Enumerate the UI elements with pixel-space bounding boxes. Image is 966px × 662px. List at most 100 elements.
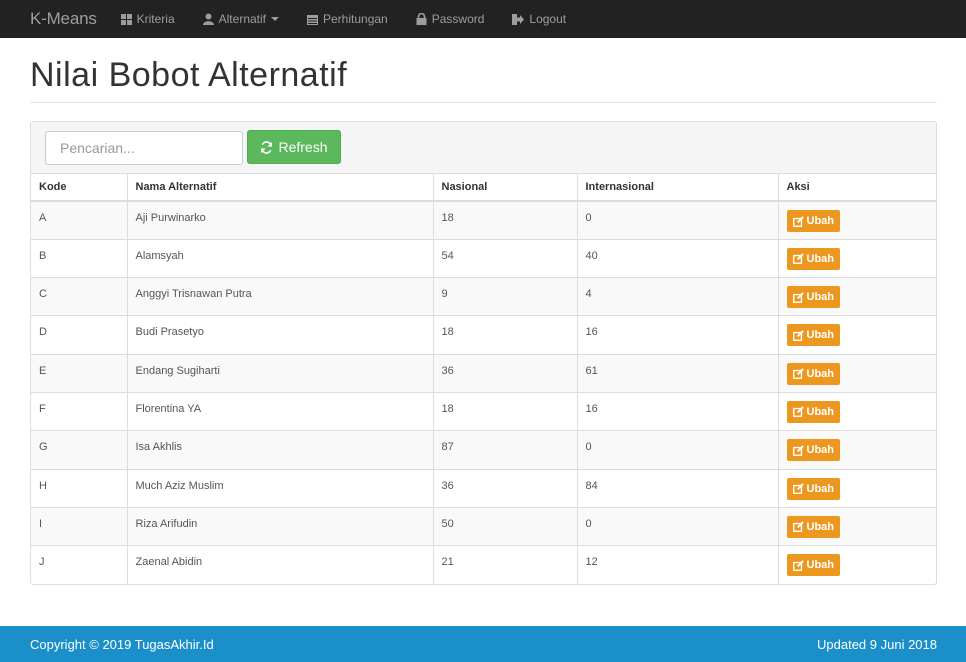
table-row: B Alamsyah 54 40 Ubah	[31, 238, 936, 278]
refresh-button[interactable]: Refresh	[247, 130, 341, 164]
column-header-nama: Nama Alternatif	[127, 174, 434, 202]
table-row: A Aji Purwinarko 18 0 Ubah	[31, 200, 936, 240]
edit-button[interactable]: Ubah	[786, 362, 840, 385]
table-row: G Isa Akhlis 87 0 Ubah	[31, 430, 936, 470]
search-input[interactable]	[45, 131, 243, 165]
nav-item-alternatif[interactable]: Alternatif	[202, 12, 279, 26]
cell-nama: Much Aziz Muslim	[127, 468, 434, 508]
table-row: I Riza Arifudin 50 0 Ubah	[31, 506, 936, 546]
edit-button[interactable]: Ubah	[786, 210, 840, 232]
cell-kode: H	[31, 468, 128, 508]
nav-item-logout[interactable]: Logout	[512, 12, 566, 26]
edit-icon	[792, 445, 804, 456]
navbar: K-Means Kriteria Alternatif Perhitungan …	[0, 0, 966, 38]
column-header-aksi: Aksi	[778, 174, 936, 202]
caret-down-icon	[271, 17, 279, 21]
edit-label: Ubah	[806, 482, 835, 495]
cell-internasional: 0	[577, 430, 779, 470]
cell-nama: Isa Akhlis	[127, 430, 434, 470]
cell-nama: Endang Sugiharti	[127, 353, 434, 393]
edit-button[interactable]: Ubah	[786, 324, 840, 347]
cell-aksi: Ubah	[778, 391, 936, 431]
panel-toolbar: Refresh	[31, 122, 936, 174]
table-header-row: Kode Nama Alternatif Nasional Internasio…	[31, 174, 936, 202]
column-header-nasional: Nasional	[433, 174, 578, 202]
edit-icon	[792, 483, 804, 495]
edit-icon	[792, 215, 804, 227]
table-row: C Anggyi Trisnawan Putra 9 4 Ubah	[31, 277, 936, 316]
cell-nama: Aji Purwinarko	[127, 200, 434, 240]
edit-label: Ubah	[806, 559, 835, 572]
edit-label: Ubah	[806, 405, 835, 418]
cell-kode: E	[31, 353, 128, 393]
lock-icon	[416, 13, 427, 25]
nav-item-label: Kriteria	[136, 12, 175, 26]
table-row: E Endang Sugiharti 36 61 Ubah	[31, 353, 936, 393]
edit-label: Ubah	[806, 291, 835, 304]
cell-nasional: 36	[433, 353, 578, 393]
table-row: F Florentina YA 18 16 Ubah	[31, 391, 936, 431]
edit-button[interactable]: Ubah	[786, 286, 840, 309]
cell-internasional: 12	[577, 545, 779, 584]
cell-internasional: 40	[577, 238, 779, 278]
cell-nasional: 50	[433, 506, 578, 546]
cell-nama: Alamsyah	[127, 238, 434, 278]
cell-nasional: 36	[433, 468, 578, 508]
cell-kode: B	[31, 238, 128, 278]
column-header-internasional: Internasional	[577, 174, 779, 202]
cell-nasional: 54	[433, 238, 578, 278]
refresh-label: Refresh	[278, 139, 328, 155]
edit-button[interactable]: Ubah	[786, 477, 840, 500]
cell-kode: J	[31, 545, 128, 584]
cell-kode: C	[31, 277, 128, 316]
cell-internasional: 4	[577, 277, 779, 316]
edit-button[interactable]: Ubah	[786, 400, 840, 423]
nav-item-perhitungan[interactable]: Perhitungan	[307, 12, 388, 26]
cell-aksi: Ubah	[778, 545, 936, 584]
cell-internasional: 0	[577, 200, 779, 240]
cell-aksi: Ubah	[778, 353, 936, 393]
edit-button[interactable]: Ubah	[786, 439, 840, 462]
cell-kode: D	[31, 315, 128, 355]
table-row: H Much Aziz Muslim 36 84 Ubah	[31, 468, 936, 508]
nav-item-kriteria[interactable]: Kriteria	[120, 12, 175, 26]
cell-nasional: 18	[433, 315, 578, 355]
calendar-icon	[307, 14, 318, 25]
edit-label: Ubah	[806, 329, 835, 342]
edit-label: Ubah	[806, 444, 835, 457]
edit-icon	[792, 559, 804, 571]
cell-kode: F	[31, 391, 128, 431]
footer-copyright: Copyright © 2019 TugasAkhir.Id	[30, 636, 214, 652]
nav-item-label: Logout	[529, 12, 567, 26]
title-divider	[30, 102, 937, 103]
cell-aksi: Ubah	[778, 506, 936, 546]
cell-aksi: Ubah	[778, 468, 936, 508]
nav-item-password[interactable]: Password	[416, 12, 484, 26]
alternatif-table: Kode Nama Alternatif Nasional Internasio…	[31, 174, 936, 584]
edit-label: Ubah	[806, 215, 835, 227]
edit-button[interactable]: Ubah	[786, 515, 840, 538]
edit-label: Ubah	[806, 252, 835, 265]
cell-nama: Anggyi Trisnawan Putra	[127, 277, 434, 316]
edit-button[interactable]: Ubah	[786, 247, 840, 270]
cell-nasional: 18	[433, 391, 578, 431]
cell-nasional: 9	[433, 277, 578, 316]
cell-kode: G	[31, 430, 128, 470]
edit-icon	[792, 253, 804, 265]
edit-label: Ubah	[806, 520, 835, 533]
nav-item-label: Perhitungan	[323, 12, 388, 26]
edit-icon	[792, 291, 804, 303]
footer-updated: Updated 9 Juni 2018	[817, 636, 937, 652]
cell-nama: Riza Arifudin	[127, 506, 434, 546]
cell-aksi: Ubah	[778, 430, 936, 470]
cell-nasional: 21	[433, 545, 578, 584]
cell-internasional: 61	[577, 353, 779, 393]
navbar-brand[interactable]: K-Means	[30, 9, 97, 29]
cell-nama: Zaenal Abidin	[127, 545, 434, 584]
cell-aksi: Ubah	[778, 200, 936, 240]
nav-item-label: Alternatif	[218, 12, 266, 26]
cell-nama: Florentina YA	[127, 391, 434, 431]
refresh-icon	[261, 140, 273, 154]
table-row: J Zaenal Abidin 21 12 Ubah	[31, 545, 936, 584]
edit-button[interactable]: Ubah	[786, 554, 840, 577]
